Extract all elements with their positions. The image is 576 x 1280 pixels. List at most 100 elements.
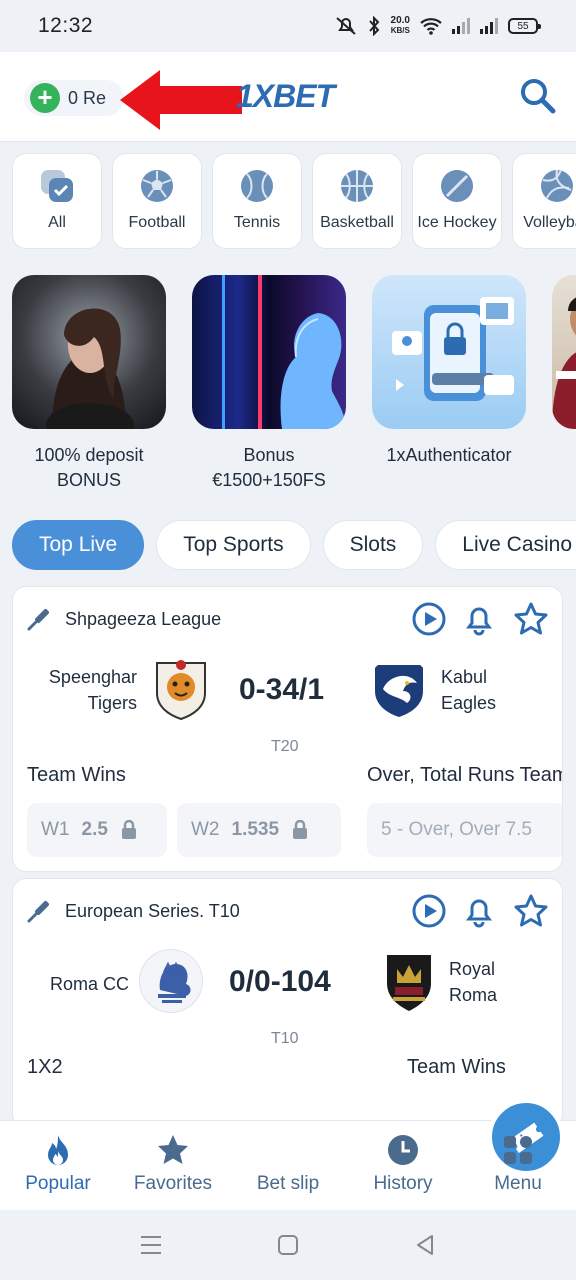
status-icons: 20.0 KB/S 55 bbox=[335, 16, 541, 36]
lock-icon bbox=[293, 820, 308, 839]
status-time: 12:32 bbox=[38, 14, 94, 37]
category-basketball[interactable]: Basketball bbox=[312, 153, 402, 249]
back-icon[interactable] bbox=[412, 1232, 438, 1258]
match-card-header: European Series. T10 bbox=[13, 879, 562, 943]
authenticator-illustration-icon bbox=[392, 297, 514, 401]
nav-popular[interactable]: Popular bbox=[8, 1133, 108, 1195]
promo-player[interactable] bbox=[552, 275, 576, 495]
category-label: Basketball bbox=[320, 214, 394, 231]
promo-deposit-bonus[interactable]: 100% deposit BONUS bbox=[12, 275, 166, 495]
tiger-crest-icon bbox=[156, 660, 206, 721]
category-label: All bbox=[48, 214, 66, 231]
category-label: Ice Hockey bbox=[417, 214, 497, 231]
tab-top-live[interactable]: Top Live bbox=[12, 520, 145, 570]
cricket-bat-icon bbox=[27, 901, 49, 923]
match-format: T10 bbox=[271, 1030, 299, 1047]
odd-button-w2[interactable]: W2 1.535 bbox=[177, 803, 341, 857]
grid-menu-icon bbox=[504, 1136, 532, 1164]
promo-authenticator[interactable]: 1xAuthenticator bbox=[372, 275, 526, 495]
tennis-icon bbox=[241, 170, 273, 202]
ice-hockey-icon bbox=[441, 170, 473, 202]
match-card[interactable]: European Series. T10 Roma CC 0/0-104 Roy… bbox=[12, 878, 563, 1128]
balance-text: 0 Re bbox=[68, 87, 107, 108]
cricket-bat-icon bbox=[27, 609, 49, 631]
category-ice-hockey[interactable]: Ice Hockey bbox=[412, 153, 502, 249]
section-tabs: Top Live Top Sports Slots Live Casino bbox=[12, 520, 576, 572]
category-football[interactable]: Football bbox=[112, 153, 202, 249]
promo-image-authenticator bbox=[372, 275, 526, 429]
app-header: + 0 Re 1XBET bbox=[0, 52, 576, 142]
recent-apps-icon[interactable] bbox=[138, 1232, 164, 1258]
tab-slots[interactable]: Slots bbox=[322, 520, 424, 570]
odd-label: W2 bbox=[191, 819, 220, 840]
notification-bell-icon[interactable] bbox=[461, 893, 497, 929]
star-icon bbox=[158, 1135, 188, 1164]
team1-logo bbox=[149, 657, 213, 721]
match-card[interactable]: Shpageeza League Speenghar Tigers 0-34/1… bbox=[12, 586, 563, 872]
balance-button[interactable]: + 0 Re bbox=[24, 80, 125, 116]
video-play-icon[interactable] bbox=[411, 893, 447, 929]
neon-figure-icon bbox=[222, 275, 346, 429]
tab-live-casino[interactable]: Live Casino bbox=[435, 520, 576, 570]
signal-icon bbox=[452, 18, 470, 34]
search-icon[interactable] bbox=[518, 76, 558, 116]
favorite-star-icon[interactable] bbox=[513, 601, 549, 637]
bluetooth-icon bbox=[368, 16, 379, 36]
team1-name: Roma CC bbox=[49, 974, 129, 994]
category-all[interactable]: All bbox=[12, 153, 102, 249]
promo-title: Bonus €1500+150FS bbox=[212, 445, 326, 490]
nav-favorites[interactable]: Favorites bbox=[123, 1133, 223, 1195]
match-score: 0/0-104 bbox=[229, 965, 331, 998]
odd-value: 2.5 bbox=[81, 819, 108, 840]
nav-label: History bbox=[373, 1173, 433, 1194]
team2-name: Kabul Eagles bbox=[441, 667, 497, 713]
promo-bonus-fs[interactable]: Bonus €1500+150FS bbox=[192, 275, 346, 495]
net-speed-value: 20.0 bbox=[390, 15, 410, 26]
player-portrait-icon bbox=[552, 297, 576, 429]
flame-icon bbox=[48, 1135, 68, 1165]
basketball-icon bbox=[341, 170, 373, 202]
odd-value: 1.535 bbox=[231, 819, 280, 840]
mute-icon bbox=[335, 17, 356, 35]
tab-top-sports[interactable]: Top Sports bbox=[156, 520, 311, 570]
lock-icon bbox=[121, 820, 136, 839]
match-card-header: Shpageeza League bbox=[13, 587, 562, 651]
league-name: Shpageeza League bbox=[65, 609, 222, 629]
woman-portrait-icon bbox=[46, 308, 134, 429]
category-tennis[interactable]: Tennis bbox=[212, 153, 302, 249]
team2-name: Royal Roma bbox=[449, 959, 498, 1005]
red-arrow-annotation bbox=[120, 70, 242, 130]
nav-menu[interactable]: Menu bbox=[468, 1133, 568, 1195]
odd-button-over[interactable]: 5 - Over, Over 7.5 bbox=[367, 803, 562, 857]
favorite-star-icon[interactable] bbox=[513, 893, 549, 929]
match-score: 0-34/1 bbox=[239, 673, 325, 706]
video-play-icon[interactable] bbox=[411, 601, 447, 637]
market-title: Team Wins bbox=[407, 1056, 506, 1078]
team2-logo bbox=[377, 949, 441, 1013]
odd-label: W1 bbox=[41, 819, 70, 840]
promo-title: 100% deposit BONUS bbox=[34, 445, 144, 490]
market-title: Over, Total Runs Team bbox=[367, 764, 563, 786]
nav-label: Menu bbox=[494, 1173, 542, 1194]
promo-carousel: 100% deposit BONUS Bonus €1500+150FS 1xA… bbox=[12, 275, 576, 495]
promo-image-neon bbox=[192, 275, 346, 429]
football-icon bbox=[141, 170, 173, 202]
odd-button-w1[interactable]: W1 2.5 bbox=[27, 803, 167, 857]
volleyball-icon bbox=[541, 169, 573, 202]
team2-logo bbox=[367, 657, 431, 721]
nav-label: Bet slip bbox=[256, 1173, 320, 1194]
add-funds-icon: + bbox=[30, 83, 60, 113]
nav-history[interactable]: History bbox=[353, 1133, 453, 1195]
brand-logo: 1XBET bbox=[236, 78, 335, 114]
royal-roma-crest-icon bbox=[387, 955, 431, 1011]
nav-bet-slip[interactable]: Bet slip bbox=[238, 1099, 564, 1195]
market-title: 1X2 bbox=[27, 1056, 63, 1078]
promo-image-player bbox=[552, 275, 576, 429]
team1-name: Speenghar Tigers bbox=[48, 667, 137, 713]
category-volleyball[interactable]: Volleyball bbox=[512, 153, 576, 249]
home-icon[interactable] bbox=[275, 1232, 301, 1258]
clock-icon bbox=[388, 1135, 418, 1165]
promo-image-woman bbox=[12, 275, 166, 429]
notification-bell-icon[interactable] bbox=[461, 601, 497, 637]
net-speed: 20.0 KB/S bbox=[391, 16, 410, 36]
